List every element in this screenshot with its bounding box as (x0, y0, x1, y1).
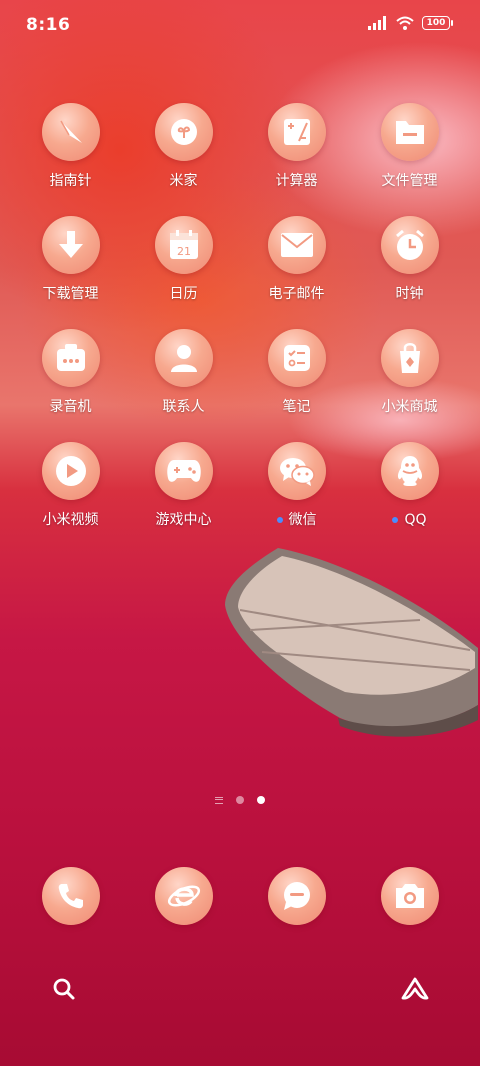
app-calendar[interactable]: 21 日历 (127, 216, 240, 303)
qq-icon (397, 456, 422, 486)
shopping-bag-icon (399, 343, 420, 373)
app-compass[interactable]: 指南针 (14, 103, 127, 190)
phone-icon (58, 884, 83, 909)
notes-icon (283, 345, 310, 371)
download-icon (58, 231, 83, 258)
calendar-icon: 21 (169, 230, 198, 259)
app-game-center[interactable]: 游戏中心 (127, 442, 240, 529)
app-label: 微信 (240, 511, 353, 529)
app-clock[interactable]: 时钟 (353, 216, 466, 303)
app-label: 小米商城 (381, 399, 438, 415)
app-calculator[interactable]: 计算器 (240, 103, 353, 190)
app-label: 米家 (169, 173, 198, 189)
message-icon (283, 882, 310, 910)
app-label: 笔记 (282, 399, 311, 415)
battery-level: 100 (426, 17, 446, 28)
app-label: 日历 (169, 286, 198, 302)
dock-messages[interactable] (240, 867, 353, 925)
app-label: 时钟 (395, 286, 424, 302)
page-dot-2-active[interactable] (257, 796, 265, 804)
app-label: 指南针 (49, 173, 92, 189)
app-wechat[interactable]: 微信 (240, 442, 353, 529)
app-notes[interactable]: 笔记 (240, 329, 353, 416)
assistant-icon[interactable] (400, 976, 430, 1002)
app-email[interactable]: 电子邮件 (240, 216, 353, 303)
app-label: 电子邮件 (268, 286, 325, 302)
app-mi-video[interactable]: 小米视频 (14, 442, 127, 529)
new-indicator-dot (276, 517, 283, 523)
app-mijia[interactable]: 米家 (127, 103, 240, 190)
wechat-icon (279, 458, 315, 486)
app-label: 游戏中心 (155, 512, 212, 528)
page-dot-1[interactable] (236, 796, 244, 804)
search-icon (53, 978, 75, 1000)
app-download-manager[interactable]: 下载管理 (14, 216, 127, 303)
app-drawer-indicator-icon[interactable] (215, 796, 223, 804)
calendar-date: 21 (177, 245, 191, 258)
browser-icon (167, 885, 200, 907)
wifi-icon (396, 16, 414, 30)
recorder-icon (56, 344, 85, 371)
play-icon (55, 456, 86, 486)
app-label: 计算器 (275, 173, 318, 189)
app-recorder[interactable]: 录音机 (14, 329, 127, 416)
dock-camera[interactable] (353, 867, 466, 925)
page-indicator[interactable] (0, 796, 480, 804)
app-mi-store[interactable]: 小米商城 (353, 329, 466, 416)
app-qq[interactable]: QQ (353, 442, 466, 529)
status-bar: 8:16 100 (0, 0, 480, 50)
dock-browser[interactable] (127, 867, 240, 925)
signal-icon (368, 16, 386, 30)
camera-icon (395, 884, 424, 908)
battery-icon: 100 (422, 16, 453, 30)
app-label: 联系人 (162, 399, 205, 415)
app-file-manager[interactable]: 文件管理 (353, 103, 466, 190)
mijia-icon (170, 119, 197, 145)
app-label: QQ (353, 511, 466, 529)
status-time: 8:16 (26, 15, 71, 35)
folder-icon (395, 121, 424, 144)
app-contacts[interactable]: 联系人 (127, 329, 240, 416)
app-label: 下载管理 (42, 286, 99, 302)
compass-icon (59, 120, 82, 143)
app-label: 小米视频 (42, 512, 99, 528)
mail-icon (280, 233, 313, 257)
dock-phone[interactable] (14, 867, 127, 925)
calculator-icon (283, 119, 310, 145)
new-indicator-dot (392, 517, 399, 523)
gamepad-icon (166, 460, 201, 482)
search-bar[interactable] (32, 962, 448, 1016)
app-label: 文件管理 (381, 173, 438, 189)
app-label: 录音机 (49, 399, 92, 415)
clock-icon (395, 229, 424, 260)
contacts-icon (170, 345, 197, 372)
